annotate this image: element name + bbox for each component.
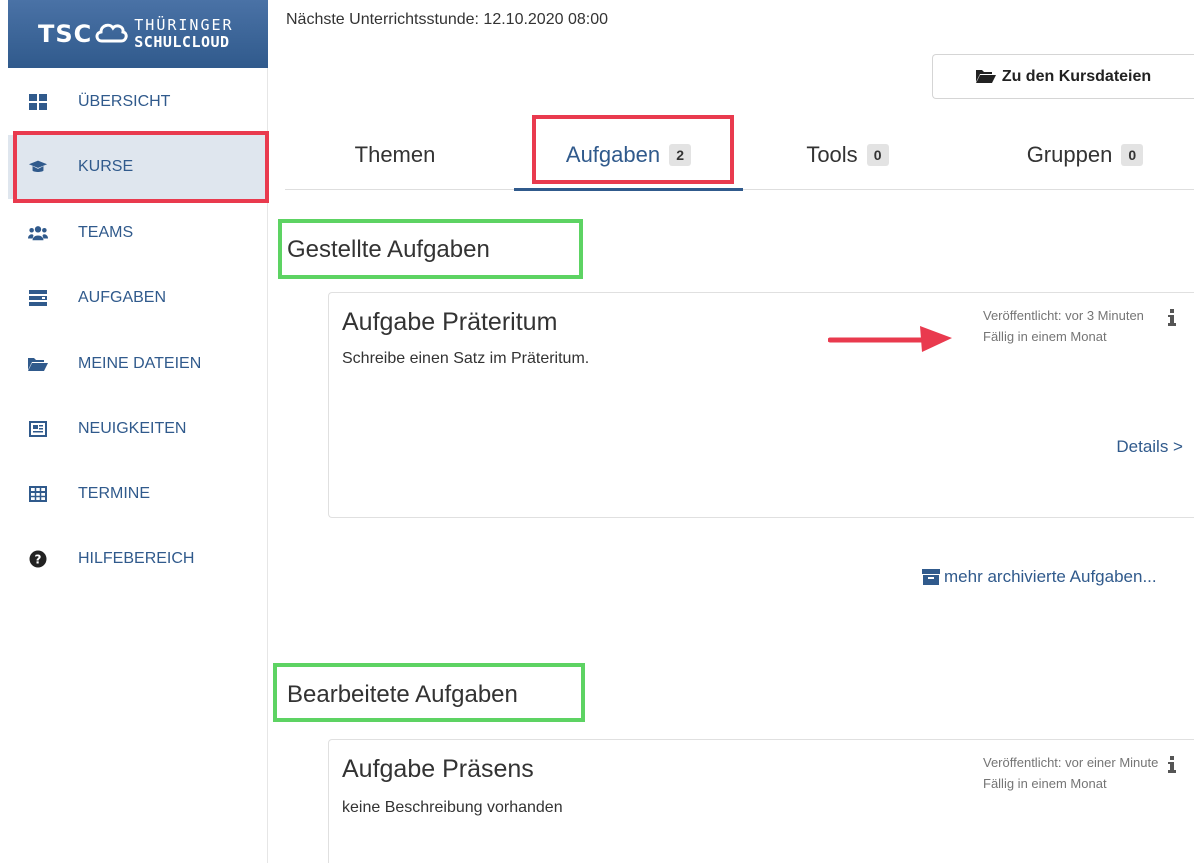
sidebar-item-label: TEAMS bbox=[78, 224, 134, 241]
tab-label: Tools bbox=[806, 142, 858, 167]
brand-short: TSC bbox=[38, 20, 93, 48]
task-due: Fällig in einem Monat bbox=[983, 329, 1107, 344]
task-meta: Veröffentlicht: vor 3 Minuten Fällig in … bbox=[983, 305, 1144, 347]
brand-wordmark: THÜRINGER SCHULCLOUD bbox=[134, 17, 233, 51]
archived-tasks-link[interactable]: mehr archivierte Aufgaben... bbox=[922, 567, 1157, 587]
folder-open-icon bbox=[28, 354, 48, 374]
dashboard-icon bbox=[28, 92, 48, 112]
sidebar-item-teams[interactable]: TEAMS bbox=[8, 201, 268, 265]
archive-box-icon bbox=[922, 569, 940, 585]
tab-count-badge: 0 bbox=[866, 144, 889, 166]
calendar-table-icon bbox=[28, 484, 48, 504]
sidebar-item-label: ÜBERSICHT bbox=[78, 93, 171, 110]
sidebar-item-label: AUFGABEN bbox=[78, 289, 167, 306]
sidebar-item-uebersicht[interactable]: ÜBERSICHT bbox=[8, 70, 268, 134]
cloud-logo-icon bbox=[94, 19, 128, 50]
sidebar-item-hilfebereich[interactable]: ? HILFEBEREICH bbox=[8, 527, 268, 591]
task-due: Fällig in einem Monat bbox=[983, 776, 1107, 791]
tab-label: Gruppen bbox=[1026, 142, 1113, 167]
task-description: Schreibe einen Satz im Präteritum. bbox=[342, 350, 590, 367]
folder-open-icon bbox=[975, 69, 996, 84]
task-card[interactable]: Aufgabe Präteritum Schreibe einen Satz i… bbox=[328, 292, 1194, 518]
highlight-box-kurse bbox=[13, 131, 269, 203]
tab-themen[interactable]: Themen bbox=[305, 120, 485, 190]
task-title: Aufgabe Präsens bbox=[342, 755, 534, 783]
archived-tasks-label: mehr archivierte Aufgaben... bbox=[944, 567, 1157, 586]
sidebar-item-label: MEINE DATEIEN bbox=[78, 355, 202, 372]
brand-line1: THÜRINGER bbox=[134, 16, 234, 34]
tasks-icon bbox=[28, 288, 48, 308]
tab-label: Themen bbox=[354, 142, 436, 167]
sidebar: TSC THÜRINGER SCHULCLOUD ÜBERSICHT KURSE… bbox=[0, 0, 268, 863]
sidebar-item-termine[interactable]: TERMINE bbox=[8, 462, 268, 526]
task-card[interactable]: Aufgabe Präsens keine Beschreibung vorha… bbox=[328, 739, 1194, 863]
course-tabs: Themen Aufgaben 2 Tools 0 Gruppen 0 bbox=[285, 120, 1194, 191]
sidebar-item-label: TERMINE bbox=[78, 485, 150, 502]
task-published: Veröffentlicht: vor einer Minute bbox=[983, 755, 1159, 770]
task-title: Aufgabe Präteritum bbox=[342, 308, 558, 336]
info-icon[interactable] bbox=[1167, 309, 1177, 332]
task-published: Veröffentlicht: vor 3 Minuten bbox=[983, 308, 1144, 323]
highlight-box-aufgaben-tab bbox=[532, 115, 734, 184]
help-circle-icon: ? bbox=[28, 549, 48, 569]
sidebar-item-meine-dateien[interactable]: MEINE DATEIEN bbox=[8, 332, 268, 396]
sidebar-item-label: HILFEBEREICH bbox=[78, 550, 195, 567]
sidebar-item-label: NEUIGKEITEN bbox=[78, 420, 187, 437]
next-lesson-info: Nächste Unterrichtsstunde: 12.10.2020 08… bbox=[286, 11, 608, 28]
svg-text:?: ? bbox=[35, 553, 42, 567]
newspaper-icon bbox=[28, 419, 48, 439]
task-description: keine Beschreibung vorhanden bbox=[342, 799, 563, 816]
course-files-button-label: Zu den Kursdateien bbox=[1001, 67, 1152, 85]
tab-gruppen[interactable]: Gruppen 0 bbox=[985, 120, 1185, 190]
brand-line2: SCHULCLOUD bbox=[134, 33, 230, 51]
tab-count-badge: 0 bbox=[1121, 144, 1144, 166]
annotation-arrow-icon bbox=[827, 318, 954, 359]
highlight-box-edited bbox=[273, 663, 585, 722]
tab-tools[interactable]: Tools 0 bbox=[755, 120, 940, 190]
highlight-box-assigned bbox=[278, 219, 583, 279]
task-meta: Veröffentlicht: vor einer Minute Fällig … bbox=[983, 752, 1158, 794]
sidebar-item-neuigkeiten[interactable]: NEUIGKEITEN bbox=[8, 397, 268, 461]
sidebar-item-aufgaben[interactable]: AUFGABEN bbox=[8, 266, 268, 330]
course-files-button[interactable]: Zu den Kursdateien bbox=[932, 54, 1194, 99]
task-details-link[interactable]: Details > bbox=[1116, 437, 1183, 457]
users-icon bbox=[28, 223, 48, 243]
brand-logo[interactable]: TSC THÜRINGER SCHULCLOUD bbox=[8, 0, 268, 68]
info-icon[interactable] bbox=[1167, 756, 1177, 779]
